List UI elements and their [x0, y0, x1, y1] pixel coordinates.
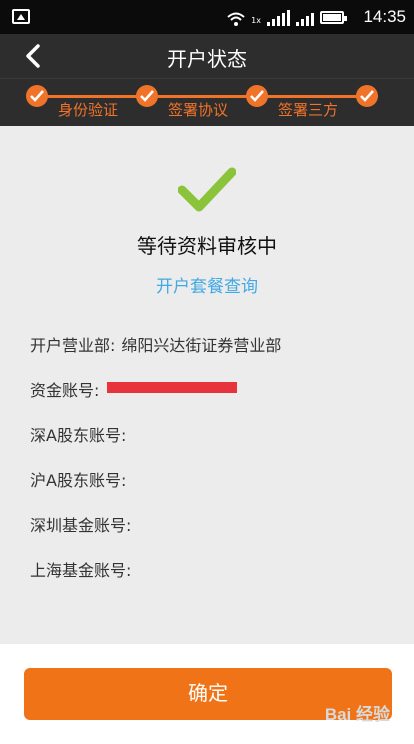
info-row-sz-a: 深A股东账号:: [30, 422, 281, 467]
status-icons: 1x: [227, 8, 347, 26]
account-info: 开户营业部: 绵阳兴达街证券营业部 资金账号: 深A股东账号: 沪A股东账号: …: [30, 332, 281, 602]
sz-a-account-label: 深A股东账号:: [30, 426, 127, 445]
title-bar: 开户状态: [0, 34, 414, 78]
info-row-fund-account: 资金账号:: [30, 377, 281, 422]
network-label: 1x: [251, 16, 261, 25]
battery-icon: [320, 11, 347, 24]
step-2-check-icon: [136, 85, 158, 107]
info-row-sh-fund: 上海基金账号:: [30, 557, 281, 602]
wifi-icon: [227, 12, 245, 26]
main-content: 等待资料审核中 开户套餐查询 开户营业部: 绵阳兴达街证券营业部 资金账号: 深…: [0, 126, 414, 644]
signal-icon-2: [296, 10, 314, 26]
progress-steps: 身份验证 签署协议 签署三方: [0, 78, 414, 126]
clock: 14:35: [363, 7, 406, 26]
step-1-label: 身份验证: [58, 101, 119, 119]
redacted-value: [107, 382, 238, 393]
signal-icon: [267, 10, 290, 26]
branch-label: 开户营业部:: [30, 336, 116, 355]
image-notification-icon: [12, 9, 30, 24]
step-1-check-icon: [26, 85, 48, 107]
branch-value: 绵阳兴达街证券营业部: [121, 336, 282, 355]
footer: 确定 Bai 经验: [0, 644, 414, 744]
sh-a-account-label: 沪A股东账号:: [30, 471, 127, 490]
watermark: Bai 经验: [324, 705, 390, 724]
step-4-check-icon: [356, 85, 378, 107]
step-line: [36, 95, 378, 98]
sz-fund-account-label: 深圳基金账号:: [30, 516, 132, 535]
step-3-label: 签署三方: [278, 101, 339, 119]
sh-fund-account-label: 上海基金账号:: [30, 561, 132, 580]
info-row-sz-fund: 深圳基金账号:: [30, 512, 281, 557]
success-check-icon: [178, 167, 236, 212]
package-query-link[interactable]: 开户套餐查询: [0, 272, 414, 297]
page-title: 开户状态: [167, 47, 247, 71]
info-row-sh-a: 沪A股东账号:: [30, 467, 281, 512]
status-bar: 1x 14:35: [0, 0, 414, 34]
step-2-label: 签署协议: [168, 101, 229, 119]
info-row-branch: 开户营业部: 绵阳兴达街证券营业部: [30, 332, 281, 377]
step-3-check-icon: [246, 85, 268, 107]
fund-account-label: 资金账号:: [30, 381, 100, 400]
status-title: 等待资料审核中: [137, 234, 277, 258]
